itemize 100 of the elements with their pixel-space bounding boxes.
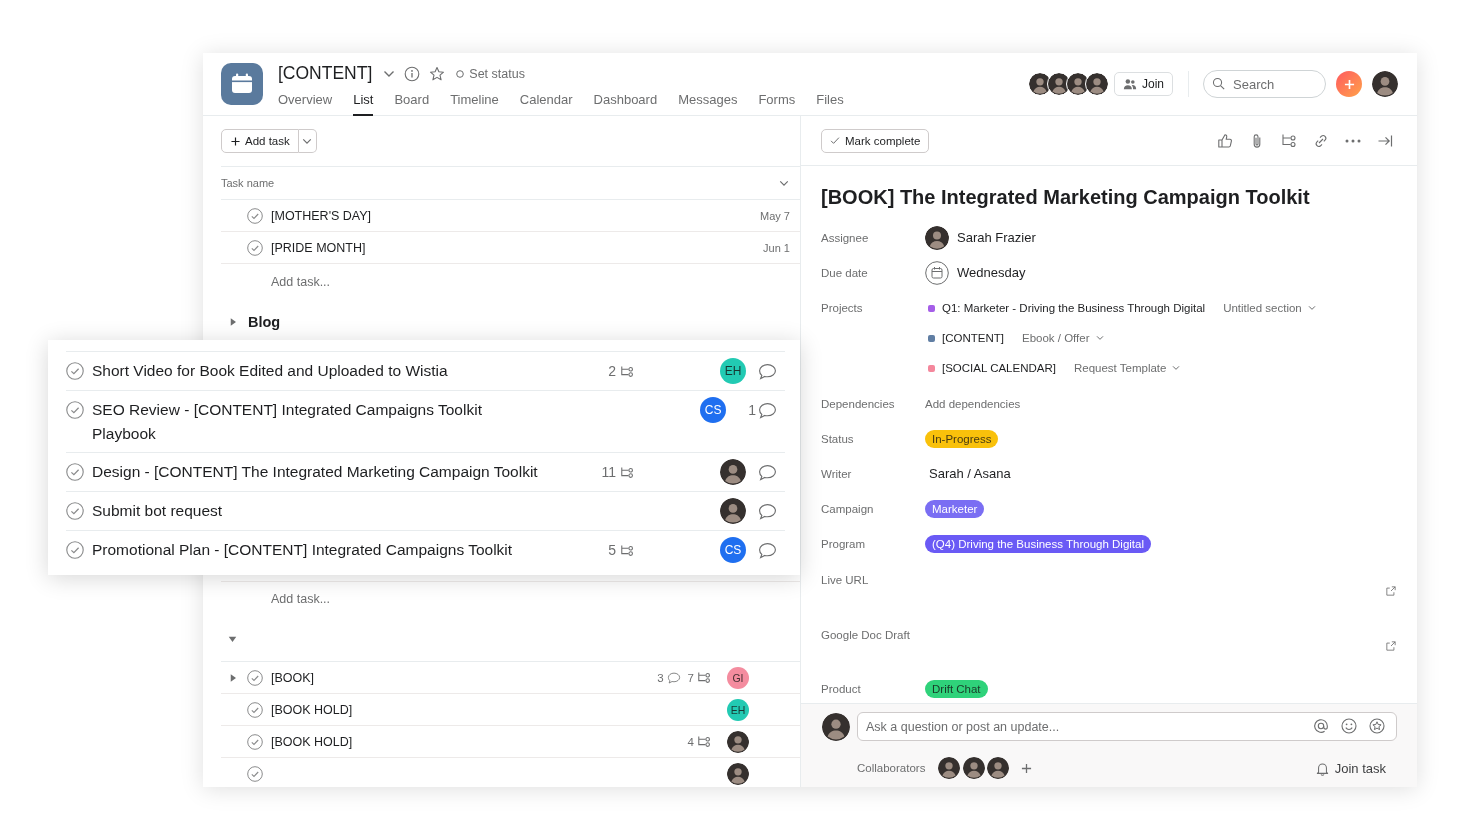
user-avatar-icon[interactable]: [987, 757, 1010, 779]
task-name[interactable]: [PRIDE MONTH]: [271, 240, 366, 255]
project-name[interactable]: [SOCIAL CALENDAR]: [942, 362, 1056, 374]
user-avatar[interactable]: GI: [727, 666, 749, 689]
caret-right-icon[interactable]: [230, 318, 236, 326]
comment-icon[interactable]: [666, 671, 681, 684]
user-avatar[interactable]: EH: [720, 358, 746, 384]
task-name[interactable]: Submit bot request: [92, 499, 548, 523]
caret-down-icon[interactable]: [228, 635, 237, 642]
check-circle-icon[interactable]: [66, 502, 84, 520]
task-name[interactable]: Short Video for Book Edited and Uploaded to Wistia: [92, 359, 548, 383]
external-link-icon[interactable]: [1386, 586, 1396, 596]
comment-icon[interactable]: [758, 463, 777, 481]
section-dropdown[interactable]: Ebook / Offer: [1022, 332, 1104, 344]
tab[interactable]: Forms: [758, 91, 796, 116]
join-task-button[interactable]: Join task: [1314, 760, 1386, 776]
comment-field[interactable]: Ask a question or post an update...: [857, 712, 1397, 741]
add-dependencies-link[interactable]: Add dependencies: [925, 397, 1021, 410]
column-header[interactable]: Task name: [221, 177, 275, 189]
link-icon[interactable]: [1313, 132, 1329, 149]
check-circle-icon[interactable]: [66, 401, 84, 419]
more-icon[interactable]: [1345, 138, 1361, 143]
user-avatar-icon[interactable]: [1086, 73, 1108, 95]
user-avatar-icon[interactable]: [1067, 73, 1089, 95]
user-avatar[interactable]: CS: [700, 397, 727, 423]
tag[interactable]: Marketer: [925, 499, 985, 518]
user-avatar-icon[interactable]: [720, 498, 746, 524]
task-name[interactable]: [BOOK HOLD]: [271, 702, 353, 717]
task-name[interactable]: Promotional Plan - [CONTENT] Integrated Campaigns Toolkit: [92, 538, 548, 562]
comment-icon[interactable]: [758, 362, 777, 380]
user-avatar-icon[interactable]: [822, 712, 850, 741]
task-name[interactable]: [BOOK]: [271, 670, 315, 685]
user-avatar-icon[interactable]: [1372, 71, 1398, 97]
comment-icon[interactable]: [758, 401, 777, 419]
tab[interactable]: Dashboard: [593, 91, 658, 116]
caret-icon[interactable]: [383, 69, 396, 78]
check-circle-icon[interactable]: [66, 362, 84, 380]
user-avatar[interactable]: EH: [727, 698, 749, 721]
user-avatar-icon[interactable]: [925, 225, 949, 250]
info-icon[interactable]: [404, 65, 421, 82]
task-name[interactable]: Design - [CONTENT] The Integrated Marketing Campaign Toolkit: [92, 460, 548, 484]
assignee-name[interactable]: Sarah Frazier: [957, 230, 1036, 245]
search-field[interactable]: Search: [1203, 70, 1326, 98]
create-button[interactable]: [1336, 71, 1362, 97]
user-avatar-icon[interactable]: [1029, 73, 1051, 95]
task-name[interactable]: [BOOK HOLD]: [271, 734, 353, 749]
caret-icon[interactable]: [779, 179, 789, 187]
star-badge-icon[interactable]: [1369, 718, 1385, 734]
check-circle-icon[interactable]: [247, 669, 263, 686]
tab[interactable]: Files: [816, 91, 844, 116]
check-circle-icon[interactable]: [66, 541, 84, 559]
calendar-icon[interactable]: [925, 260, 949, 285]
external-link-icon[interactable]: [1386, 641, 1396, 651]
tag[interactable]: Drift Chat: [925, 679, 988, 698]
at-sign-icon[interactable]: [1313, 718, 1329, 734]
check-circle-icon[interactable]: [247, 765, 263, 782]
task-title[interactable]: [BOOK] The Integrated Marketing Campaign Toolkit: [821, 183, 1397, 211]
user-avatar-icon[interactable]: [727, 762, 749, 785]
smiley-icon[interactable]: [1341, 718, 1357, 734]
thumbs-up-icon[interactable]: [1217, 132, 1233, 149]
section-dropdown[interactable]: Untitled section: [1223, 302, 1316, 314]
check-circle-icon[interactable]: [66, 463, 84, 481]
user-avatar-icon[interactable]: [720, 459, 746, 485]
tag[interactable]: In-Progress: [925, 429, 999, 448]
user-avatar-icon[interactable]: [962, 757, 985, 779]
due-date-value[interactable]: Wednesday: [957, 265, 1026, 280]
comment-icon[interactable]: [758, 541, 777, 559]
task-name[interactable]: SEO Review - [CONTENT] Integrated Campaigns Toolkit Playbook: [92, 398, 548, 446]
user-avatar[interactable]: CS: [720, 537, 746, 563]
set-status-button[interactable]: Set status: [456, 66, 525, 81]
join-button[interactable]: Join: [1114, 72, 1173, 96]
add-task-link[interactable]: Add task...: [271, 274, 331, 289]
tab[interactable]: List: [353, 91, 374, 116]
section-title[interactable]: Blog: [248, 314, 281, 330]
mark-complete-button[interactable]: Mark complete: [821, 128, 930, 153]
tab[interactable]: Calendar: [519, 91, 573, 116]
user-avatar-icon[interactable]: [1048, 73, 1070, 95]
tab[interactable]: Board: [394, 91, 430, 116]
check-circle-icon[interactable]: [247, 733, 263, 750]
task-name[interactable]: [MOTHER'S DAY]: [271, 208, 372, 223]
add-task-button[interactable]: Add task: [221, 129, 299, 153]
subtask-icon[interactable]: [1281, 132, 1297, 149]
tab[interactable]: Timeline: [450, 91, 499, 116]
tag[interactable]: (Q4) Driving the Business Through Digital: [925, 534, 1151, 553]
caret-right-icon[interactable]: [230, 673, 236, 682]
check-circle-icon[interactable]: [247, 239, 263, 256]
field-value[interactable]: Sarah / Asana: [929, 466, 1011, 481]
tab[interactable]: Overview: [278, 91, 333, 116]
add-task-link[interactable]: Add task...: [271, 592, 331, 606]
project-name[interactable]: [CONTENT]: [942, 332, 1004, 344]
user-avatar-icon[interactable]: [938, 757, 961, 779]
user-avatar-icon[interactable]: [727, 730, 749, 753]
comment-icon[interactable]: [758, 502, 777, 520]
tab[interactable]: Messages: [678, 91, 738, 116]
project-name[interactable]: Q1: Marketer - Driving the Business Through Digital: [942, 302, 1206, 314]
check-circle-icon[interactable]: [247, 701, 263, 718]
star-icon[interactable]: [429, 65, 446, 82]
section-dropdown[interactable]: Request Template: [1073, 362, 1181, 374]
check-circle-icon[interactable]: [247, 207, 263, 224]
plus-icon[interactable]: [1020, 762, 1032, 774]
